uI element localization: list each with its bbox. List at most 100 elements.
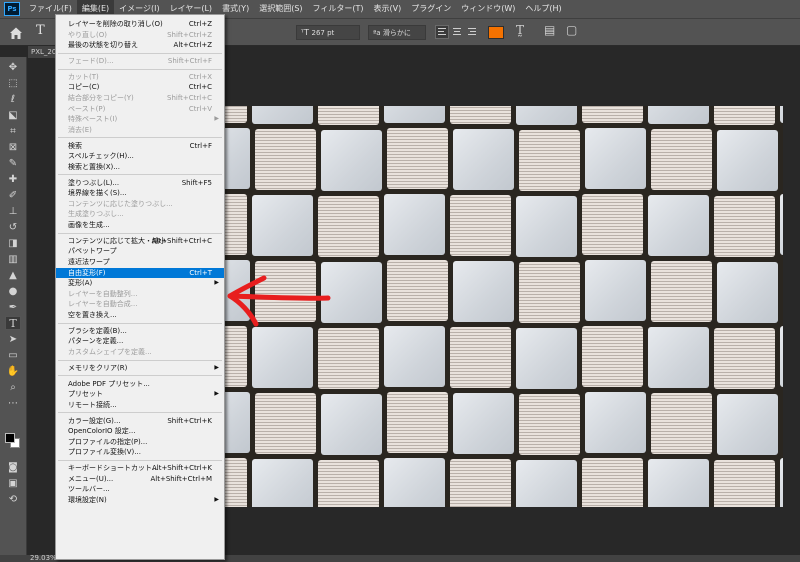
menu-item-label: 消去(E) [68,125,92,134]
crop-tool-icon[interactable]: ⌗ [6,125,20,137]
edit-menu-item[interactable]: 塗りつぶし(L)... Shift+F5 [56,178,224,189]
edit-menu-item[interactable]: 画像を生成... [56,220,224,231]
edit-menu-item[interactable]: パペットワープ [56,246,224,257]
history-brush-icon[interactable]: ↺ [6,221,20,233]
edit-menu-item[interactable]: プロファイルの指定(P)... [56,437,224,448]
brush-tool-icon[interactable]: ✐ [6,189,20,201]
rectangle-tool-icon[interactable]: ▭ [6,349,20,361]
eraser-tool-icon[interactable]: ◨ [6,237,20,249]
menu-select[interactable]: 選択範囲(S) [254,0,307,18]
quick-mask-icon[interactable]: ◙ [6,461,20,473]
menu-window[interactable]: ウィンドウ(W) [456,0,520,18]
menu-item-label: 空を置き換え... [68,311,117,319]
edit-menu-item[interactable]: 境界線を描く(S)... [56,188,224,199]
path-selection-icon[interactable]: ➤ [6,333,20,345]
menu-help[interactable]: ヘルプ(H) [520,0,566,18]
menu-item-shortcut: Ctrl+F [189,141,212,150]
edit-menu-item[interactable]: コピー(C) Ctrl+C [56,82,224,93]
edit-menu-item[interactable]: 環境設定(N) ▶ [56,495,224,506]
antialias-select[interactable]: ªa 滑らかに [368,25,426,40]
edit-menu-item[interactable]: Adobe PDF プリセット... [56,379,224,390]
edit-menu-item: フェード(D)... Shift+Ctrl+F [56,56,224,67]
gradient-tool-icon[interactable]: ▥ [6,253,20,265]
photoshop-logo-icon[interactable]: Ps [4,2,20,16]
warp-text-icon[interactable]: T̰ [516,23,524,37]
edit-menu-item[interactable]: メモリをクリア(R) ▶ [56,363,224,374]
zoom-level[interactable]: 29.03% [30,554,57,562]
edit-menu-item: コンテンツに応じた塗りつぶし... [56,199,224,210]
edit-menu-item[interactable]: プロファイル変換(V)... [56,447,224,458]
type-tool-icon[interactable]: T [5,316,21,330]
tile [224,106,247,123]
eyedropper-icon[interactable]: ✎ [6,157,20,169]
edit-menu-item[interactable]: ブラシを定義(B)... [56,326,224,337]
align-right-icon[interactable] [466,26,478,38]
edit-menu-item[interactable]: スペルチェック(H)... [56,151,224,162]
edit-menu-item[interactable]: メニュー(U)... Alt+Shift+Ctrl+M [56,474,224,485]
character-panel-icon[interactable]: ▤ [544,23,555,37]
clone-stamp-icon[interactable]: ⊥ [6,205,20,217]
3d-icon[interactable]: ▢ [566,23,577,37]
edit-menu-item[interactable]: レイヤーを削除の取り消し(O) Ctrl+Z [56,19,224,30]
edit-menu-item[interactable]: 検索 Ctrl+F [56,141,224,152]
edit-menu-item: 生成塗りつぶし... [56,209,224,220]
edit-menu-item[interactable]: ツールバー... [56,484,224,495]
edit-menu-item[interactable]: 自由変形(F) Ctrl+T [56,267,224,279]
blur-tool-icon[interactable]: ▲ [6,269,20,281]
edit-menu-item[interactable]: カラー設定(G)... Shift+Ctrl+K [56,416,224,427]
home-icon[interactable] [8,25,24,41]
menu-separator [58,359,222,361]
tile [224,128,250,189]
object-selection-icon[interactable]: ⬕ [6,109,20,121]
menu-item-label: プロファイルの指定(P)... [68,437,148,446]
menu-view[interactable]: 表示(V) [369,0,407,18]
edit-menu-item[interactable]: 最後の状態を切り替え Alt+Ctrl+Z [56,40,224,51]
dodge-tool-icon[interactable]: ● [6,285,20,297]
align-center-icon[interactable] [451,26,463,38]
zoom-tool-icon[interactable]: ⌕ [6,381,20,393]
menu-plugins[interactable]: プラグイン [406,0,456,18]
lasso-tool-icon[interactable]: ℓ [6,93,20,105]
tile [252,195,313,256]
menu-item-label: カラー設定(G)... [68,416,121,425]
foreground-color-icon[interactable] [5,433,15,443]
hand-tool-icon[interactable]: ✋ [6,365,20,377]
menu-separator [58,68,222,70]
type-tool-preset-icon[interactable]: T [36,23,45,38]
move-tool-icon[interactable]: ✥ [6,61,20,73]
edit-menu-item[interactable]: 変形(A) ▶ [56,278,224,289]
edit-menu-item[interactable]: 空を置き換え... [56,310,224,321]
edit-menu-item[interactable]: リモート接続... [56,400,224,411]
tile [224,392,250,453]
tile [717,130,778,191]
marquee-tool-icon[interactable]: ⬚ [6,77,20,89]
share-icon[interactable]: ⟲ [6,493,20,505]
tile [516,106,577,125]
edit-menu-item[interactable]: キーボードショートカット... Alt+Shift+Ctrl+K [56,463,224,474]
menu-filter[interactable]: フィルター(T) [308,0,369,18]
edit-menu-item[interactable]: パターンを定義... [56,336,224,347]
edit-menu-item[interactable]: コンテンツに応じて拡大・縮小 Alt+Shift+Ctrl+C [56,236,224,247]
menu-item-label: 変形(A) [68,279,93,288]
healing-brush-icon[interactable]: ✚ [6,173,20,185]
frame-tool-icon[interactable]: ⊠ [6,141,20,153]
menu-item-label: レイヤーを自動整列... [68,289,138,298]
screen-mode-icon[interactable]: ▣ [6,477,20,489]
tile [585,260,646,321]
menu-separator [58,52,222,54]
edit-menu-item[interactable]: プリセット ▶ [56,389,224,400]
menu-separator [58,232,222,234]
edit-menu-item[interactable]: 遠近法ワープ [56,257,224,268]
align-left-icon[interactable] [435,25,449,39]
tile [387,260,448,321]
font-size-select[interactable]: ᵀT 267 pt [296,25,360,40]
pen-tool-icon[interactable]: ✒ [6,301,20,313]
more-tools-icon[interactable]: ⋯ [6,397,20,409]
document-tab[interactable]: PXL_20 [28,46,56,58]
menu-item-shortcut: Alt+Shift+Ctrl+C [151,236,212,245]
edit-menu-item[interactable]: 検索と置換(X)... [56,162,224,173]
edit-menu-item[interactable]: OpenColorIO 設定... [56,426,224,437]
text-color-swatch[interactable] [488,26,504,39]
tile [714,328,775,389]
menu-item-label: レイヤーを削除の取り消し(O) [68,20,163,28]
